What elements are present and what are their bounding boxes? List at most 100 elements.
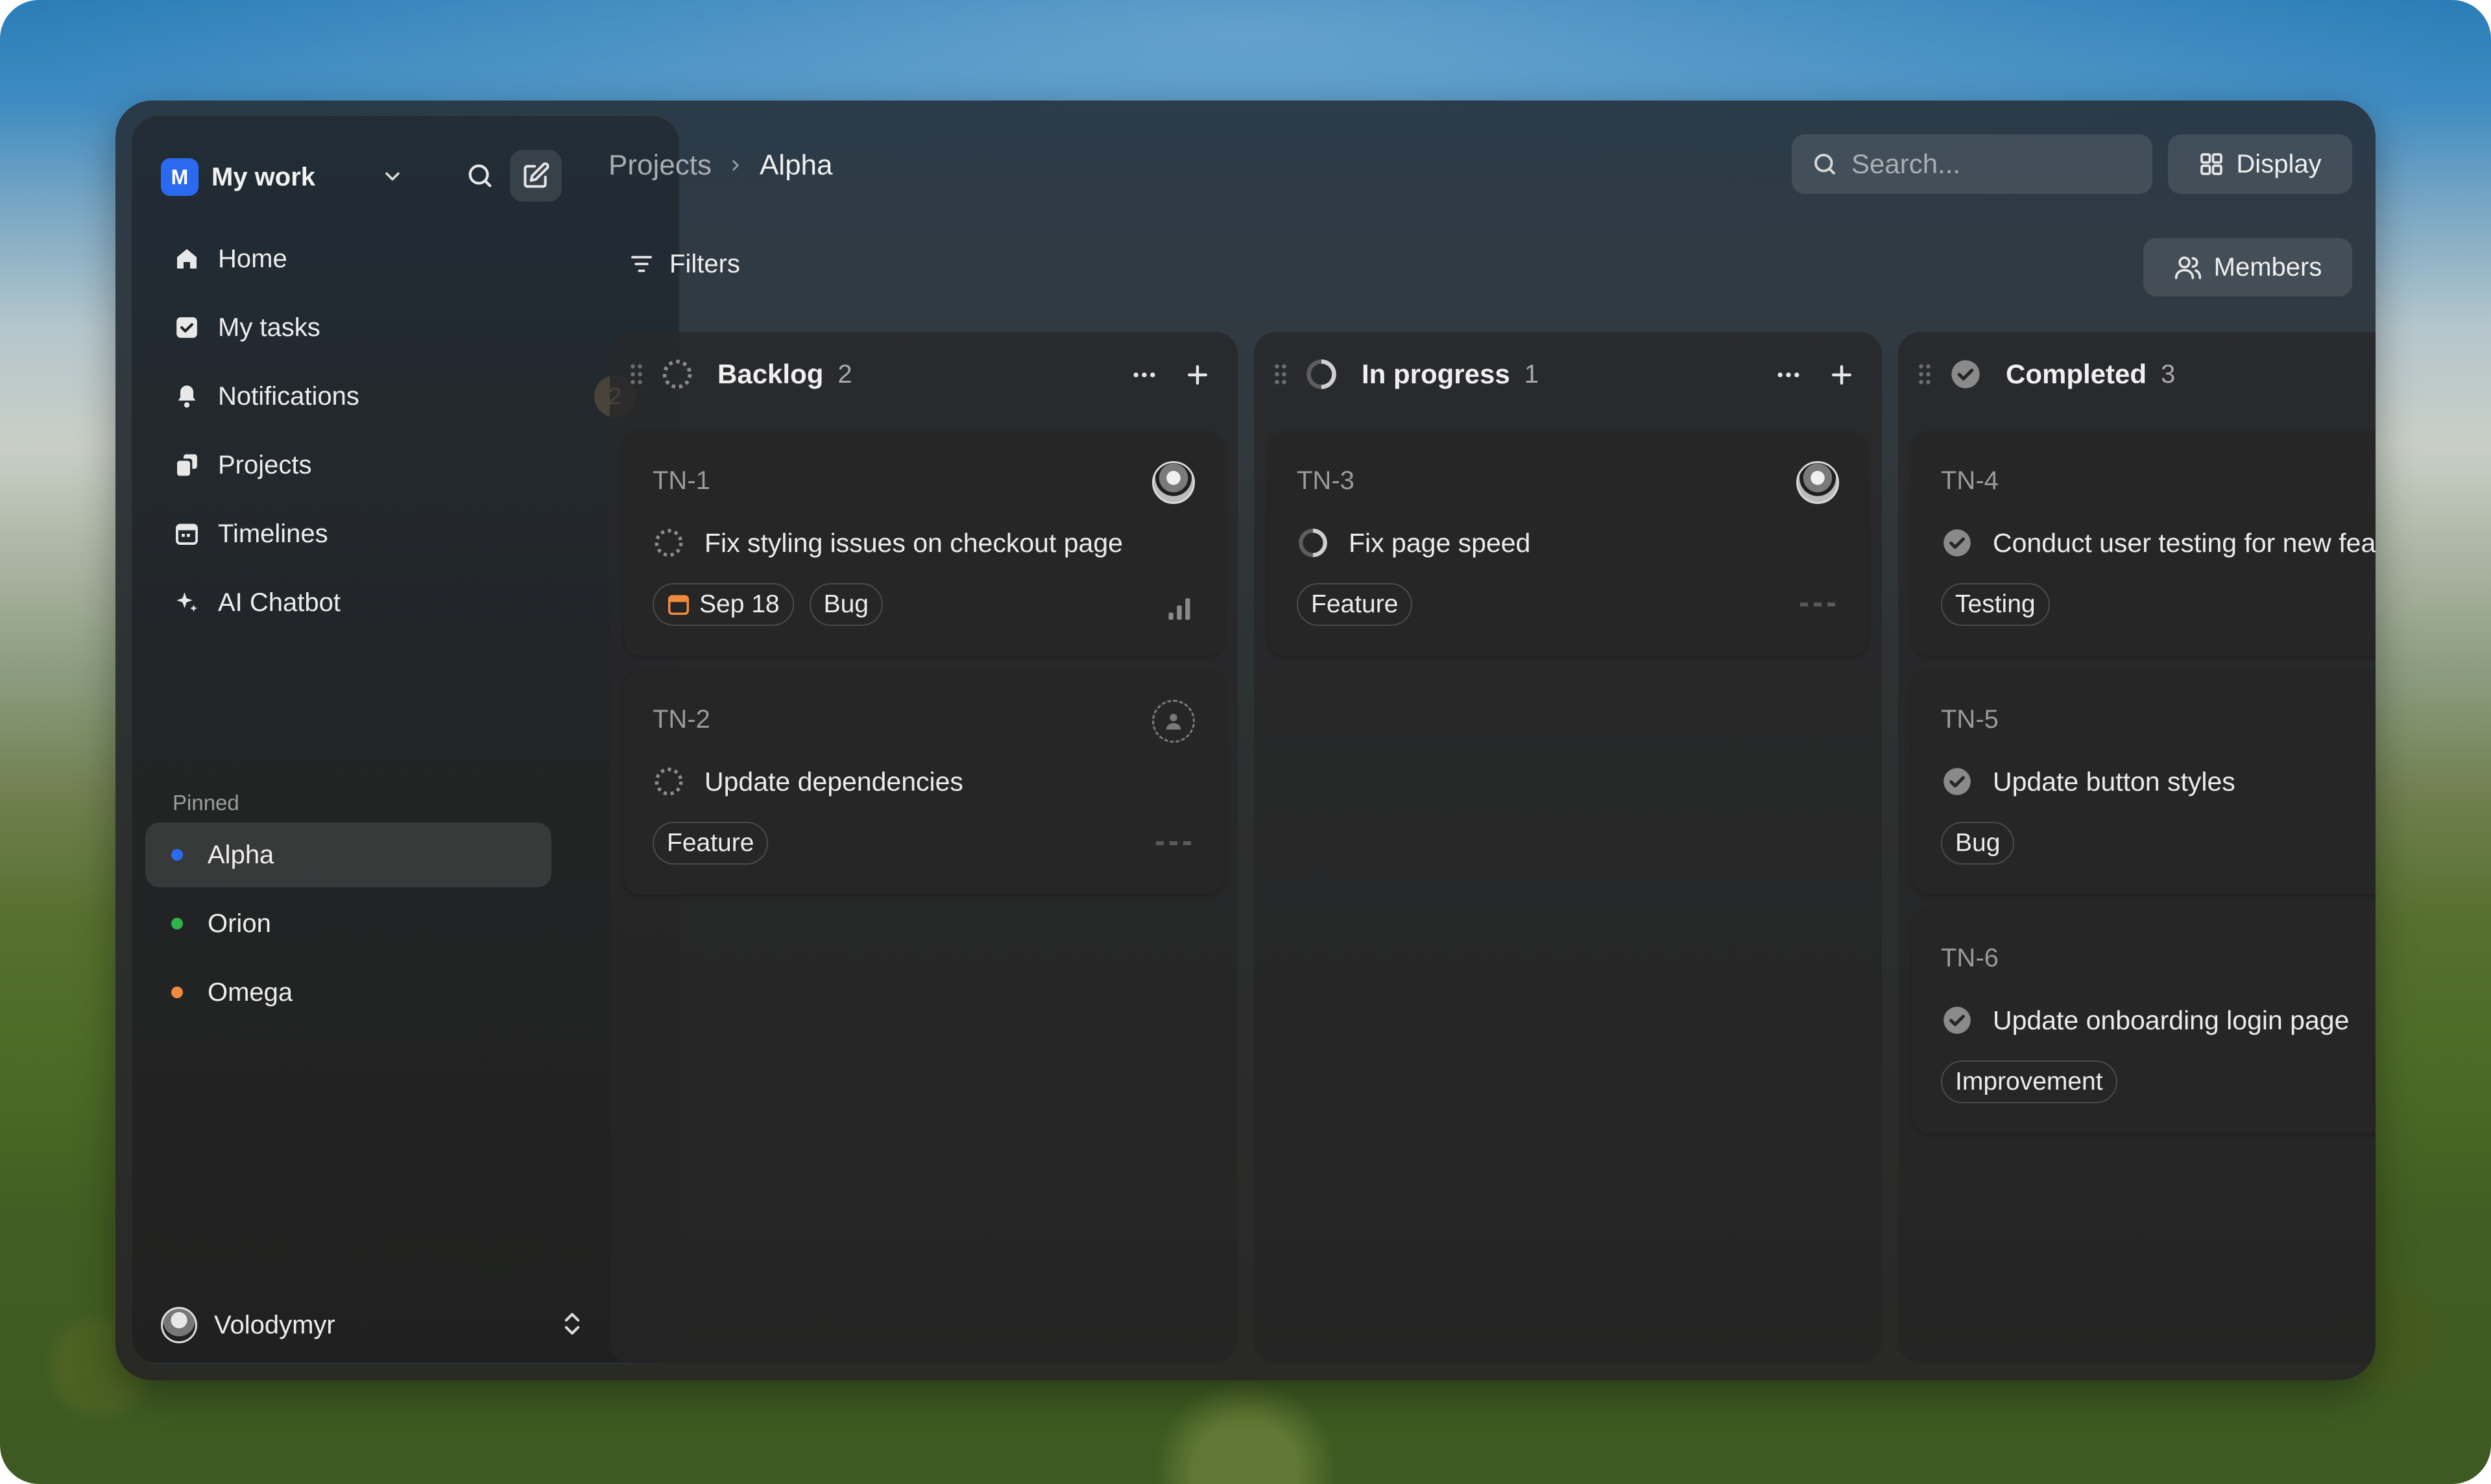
column-backlog: Backlog 2 TN-1 Fix styling issues on che… (610, 332, 1238, 1363)
column-header: In progress 1 (1254, 332, 1882, 416)
chevron-down-icon[interactable] (381, 165, 404, 188)
completed-check-circle-icon[interactable] (1941, 765, 1973, 798)
completed-check-circle-icon (1951, 360, 1980, 389)
label-tag[interactable]: Feature (1297, 583, 1413, 626)
checkbox-icon (173, 313, 201, 342)
task-title: Fix styling issues on checkout page (704, 527, 1123, 558)
search-input[interactable]: Search... (1792, 134, 2152, 194)
filters-button[interactable]: Filters (628, 238, 740, 290)
edit-icon (523, 162, 549, 188)
label-tag[interactable]: Bug (809, 583, 884, 626)
display-label: Display (2236, 149, 2322, 178)
workspace-name: My work (211, 162, 316, 191)
label-tag[interactable]: Bug (1941, 822, 2015, 865)
more-horizontal-icon[interactable] (1130, 363, 1159, 387)
pinned-project-orion[interactable]: Orion (145, 891, 551, 956)
due-date-tag[interactable]: Sep 18 (653, 583, 794, 626)
backlog-dashed-circle-icon (662, 359, 692, 389)
compose-button[interactable] (510, 150, 562, 202)
sidebar-item-label: Projects (218, 450, 312, 479)
breadcrumb-current: Alpha (759, 149, 833, 181)
completed-check-circle-icon[interactable] (1941, 1004, 1973, 1036)
project-color-dot (171, 849, 183, 861)
home-icon (173, 245, 201, 273)
sidebar-item-ai-chatbot[interactable]: AI Chatbot (161, 577, 654, 628)
priority-bars-icon[interactable] (1165, 595, 1194, 623)
task-id: TN-6 (1941, 944, 1999, 972)
sidebar-item-projects[interactable]: Projects (161, 439, 654, 491)
task-card[interactable]: TN-2 Update dependencies Feature (624, 671, 1223, 894)
project-color-dot (171, 987, 183, 998)
task-card[interactable]: TN-4 Conduct user testing for new fea Te… (1912, 433, 2376, 656)
task-card[interactable]: TN-3 Fix page speed Feature (1268, 433, 1868, 656)
task-tags: Feature (1297, 583, 1428, 626)
pinned-project-omega[interactable]: Omega (145, 960, 551, 1025)
sidebar-item-home[interactable]: Home (161, 233, 654, 285)
users-icon (2174, 256, 2201, 280)
display-button[interactable]: Display (2168, 134, 2352, 194)
backlog-dashed-circle-icon[interactable] (653, 527, 685, 559)
filters-label: Filters (669, 249, 740, 278)
sidebar-item-my-tasks[interactable]: My tasks (161, 302, 654, 353)
no-priority-icon[interactable] (1156, 841, 1191, 845)
column-title: Completed (2006, 359, 2147, 389)
project-color-dot (171, 918, 183, 929)
column-header: Backlog 2 (610, 332, 1238, 416)
task-title-row: Update dependencies (653, 762, 963, 801)
desktop-background: M My work Home My tasks Notifications 2 (0, 0, 2491, 1484)
breadcrumb-projects[interactable]: Projects (608, 149, 712, 182)
in-progress-circle-icon[interactable] (1297, 527, 1329, 559)
drag-handle-icon[interactable] (629, 363, 644, 386)
task-title-row: Update button styles (1941, 762, 2235, 801)
filter-icon (631, 256, 652, 272)
task-id: TN-1 (653, 466, 710, 495)
column-in-progress: In progress 1 TN-3 Fix page speed Featur… (1254, 332, 1882, 1363)
task-tags: Testing (1941, 583, 2065, 626)
task-title: Fix page speed (1349, 527, 1531, 558)
task-title-row: Conduct user testing for new fea (1941, 523, 2376, 562)
task-card[interactable]: TN-6 Update onboarding login page Improv… (1912, 910, 2376, 1133)
search-placeholder: Search... (1851, 149, 1961, 179)
column-title: In progress (1362, 359, 1510, 389)
task-title: Update dependencies (704, 766, 963, 796)
task-tags: Bug (1941, 822, 2030, 865)
more-horizontal-icon[interactable] (1774, 363, 1803, 387)
pinned-project-label: Omega (208, 977, 293, 1007)
avatar[interactable] (1796, 461, 1839, 504)
grid-icon (2200, 153, 2223, 175)
sidebar: M My work Home My tasks Notifications 2 (131, 116, 680, 1364)
drag-handle-icon[interactable] (1918, 363, 1932, 386)
drag-handle-icon[interactable] (1273, 363, 1288, 386)
task-card[interactable]: TN-1 Fix styling issues on checkout page… (624, 433, 1223, 656)
avatar[interactable] (1152, 461, 1195, 504)
user-menu[interactable]: Volodymyr (161, 1304, 654, 1346)
plus-icon[interactable] (1183, 361, 1212, 389)
workspace-switcher[interactable]: M My work (161, 158, 315, 197)
pinned-project-alpha[interactable]: Alpha (145, 822, 551, 887)
column-count: 3 (2161, 359, 2176, 389)
task-title: Update button styles (1993, 766, 2235, 796)
pinned-project-label: Orion (208, 909, 271, 938)
sidebar-item-timelines[interactable]: Timelines (161, 508, 654, 560)
task-id: TN-2 (653, 705, 710, 734)
no-priority-icon[interactable] (1800, 603, 1835, 606)
unassigned-avatar-icon[interactable] (1152, 700, 1195, 743)
completed-check-circle-icon[interactable] (1941, 527, 1973, 559)
sidebar-item-label: AI Chatbot (218, 588, 341, 617)
projects-icon (173, 451, 201, 479)
members-button[interactable]: Members (2143, 238, 2352, 296)
label-tag[interactable]: Feature (653, 822, 769, 865)
task-tags: Feature (653, 822, 784, 865)
breadcrumb: Projects Alpha (608, 139, 833, 191)
plus-icon[interactable] (1827, 361, 1856, 389)
label-tag[interactable]: Improvement (1941, 1060, 2117, 1103)
task-title: Conduct user testing for new fea (1993, 527, 2376, 558)
label-tag[interactable]: Testing (1941, 583, 2050, 626)
backlog-dashed-circle-icon[interactable] (653, 765, 685, 798)
pinned-section-title: Pinned (173, 791, 239, 815)
task-card[interactable]: TN-5 Update button styles Bug (1912, 671, 2376, 894)
sidebar-item-notifications[interactable]: Notifications 2 (161, 370, 654, 422)
sparkle-icon (173, 588, 201, 617)
search-icon[interactable] (465, 161, 495, 191)
task-tags: Sep 18 Bug (653, 583, 898, 626)
